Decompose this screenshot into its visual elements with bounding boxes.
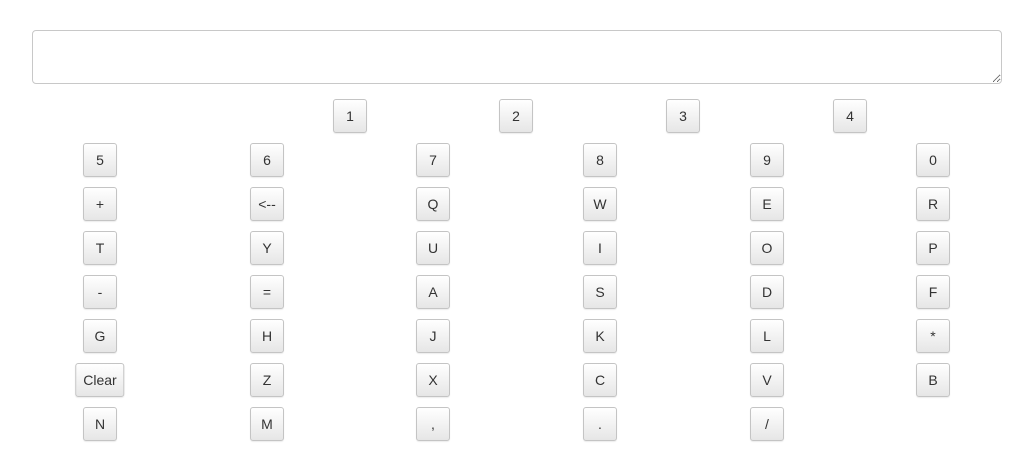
keyboard-row: Clear Z X C V B [0, 363, 1024, 397]
key-m[interactable]: M [250, 407, 284, 441]
key-v[interactable]: V [750, 363, 784, 397]
key-h[interactable]: H [250, 319, 284, 353]
key-p[interactable]: P [916, 231, 950, 265]
key-k[interactable]: K [583, 319, 617, 353]
key-1[interactable]: 1 [333, 99, 367, 133]
key-period[interactable]: . [583, 407, 617, 441]
key-c[interactable]: C [583, 363, 617, 397]
key-f[interactable]: F [916, 275, 950, 309]
key-7[interactable]: 7 [416, 143, 450, 177]
key-6[interactable]: 6 [250, 143, 284, 177]
key-s[interactable]: S [583, 275, 617, 309]
keyboard-row: N M,. / [0, 407, 1024, 441]
key-b[interactable]: B [916, 363, 950, 397]
key-q[interactable]: Q [416, 187, 450, 221]
keyboard-row: 5 6 7 8 9 0 [0, 143, 1024, 177]
key-r[interactable]: R [916, 187, 950, 221]
key-5[interactable]: 5 [83, 143, 117, 177]
key-backspace[interactable]: <-- [250, 187, 284, 221]
key-a[interactable]: A [416, 275, 450, 309]
key-plus[interactable]: + [83, 187, 117, 221]
key-d[interactable]: D [750, 275, 784, 309]
key-j[interactable]: J [416, 319, 450, 353]
keyboard-row: + <-- Q W E R [0, 187, 1024, 221]
key-9[interactable]: 9 [750, 143, 784, 177]
key-slash[interactable]: / [750, 407, 784, 441]
key-x[interactable]: X [416, 363, 450, 397]
text-input-area[interactable] [32, 30, 1002, 84]
keyboard-row: 1 2 3 4 [0, 99, 1024, 133]
key-4[interactable]: 4 [833, 99, 867, 133]
key-asterisk[interactable]: * [916, 319, 950, 353]
key-n[interactable]: N [83, 407, 117, 441]
key-comma[interactable]: , [416, 407, 450, 441]
key-l[interactable]: L [750, 319, 784, 353]
key-equals[interactable]: = [250, 275, 284, 309]
keyboard-row: - = A S D F [0, 275, 1024, 309]
key-clear[interactable]: Clear [75, 363, 125, 397]
keyboard-row: TYUIOP [0, 231, 1024, 265]
key-3[interactable]: 3 [666, 99, 700, 133]
key-2[interactable]: 2 [499, 99, 533, 133]
key-e[interactable]: E [750, 187, 784, 221]
key-o[interactable]: O [750, 231, 784, 265]
key-u[interactable]: U [416, 231, 450, 265]
key-g[interactable]: G [83, 319, 117, 353]
key-0[interactable]: 0 [916, 143, 950, 177]
keyboard-row: G H J K L * [0, 319, 1024, 353]
key-y[interactable]: Y [250, 231, 284, 265]
key-w[interactable]: W [583, 187, 617, 221]
key-minus[interactable]: - [83, 275, 117, 309]
key-8[interactable]: 8 [583, 143, 617, 177]
key-t[interactable]: T [83, 231, 117, 265]
key-i[interactable]: I [583, 231, 617, 265]
key-z[interactable]: Z [250, 363, 284, 397]
